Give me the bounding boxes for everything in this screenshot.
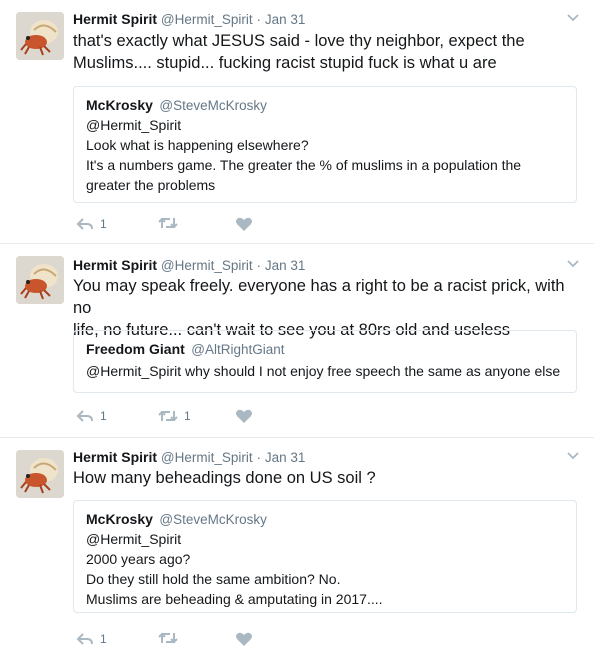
like-icon bbox=[236, 632, 252, 646]
reply-count: 1 bbox=[100, 409, 107, 423]
retweet-button[interactable] bbox=[158, 631, 184, 645]
quoted-author-name: McKrosky bbox=[86, 511, 153, 527]
avatar[interactable] bbox=[16, 450, 64, 498]
reply-icon bbox=[76, 218, 93, 230]
tweet-header: Hermit Spirit @Hermit_Spirit · Jan 31 bbox=[73, 257, 305, 273]
chevron-down-icon[interactable] bbox=[566, 13, 580, 23]
separator-dot: · bbox=[256, 12, 262, 27]
like-button[interactable] bbox=[235, 631, 253, 647]
quoted-author-name: Freedom Giant bbox=[86, 341, 185, 357]
quoted-header: McKrosky @SteveMcKrosky bbox=[86, 511, 565, 529]
quoted-tweet[interactable]: McKrosky @SteveMcKrosky @Hermit_Spirit L… bbox=[73, 86, 577, 203]
author-handle[interactable]: @Hermit_Spirit bbox=[161, 450, 253, 465]
tweet-text-line: that's exactly what JESUS said - love th… bbox=[73, 32, 525, 50]
retweet-button[interactable] bbox=[158, 216, 184, 230]
tweet-date[interactable]: Jan 31 bbox=[265, 12, 306, 27]
tweet-text-line: Muslims.... stupid... fucking racist stu… bbox=[73, 54, 497, 72]
author-name[interactable]: Hermit Spirit bbox=[73, 11, 157, 27]
chevron-down-icon[interactable] bbox=[566, 259, 580, 269]
like-button[interactable] bbox=[235, 216, 253, 232]
tweet-text: How many beheadings done on US soil ? bbox=[73, 467, 578, 489]
quoted-tweet[interactable]: Freedom Giant @AltRightGiant @Hermit_Spi… bbox=[73, 330, 577, 393]
chevron-down-icon[interactable] bbox=[566, 451, 580, 461]
quoted-text: @Hermit_Spirit 2000 years ago? Do they s… bbox=[86, 529, 565, 609]
avatar[interactable] bbox=[16, 12, 64, 60]
tweet-date[interactable]: Jan 31 bbox=[265, 258, 306, 273]
quoted-text-line: Look what is happening elsewhere? bbox=[86, 137, 309, 153]
tweet[interactable]: Hermit Spirit @Hermit_Spirit · Jan 31 Yo… bbox=[0, 244, 594, 438]
reply-button[interactable]: 1 bbox=[76, 631, 107, 647]
quoted-author-handle: @SteveMcKrosky bbox=[159, 512, 267, 527]
tweet-header: Hermit Spirit @Hermit_Spirit · Jan 31 bbox=[73, 11, 305, 27]
tweet-date[interactable]: Jan 31 bbox=[265, 450, 306, 465]
quoted-text: @Hermit_Spirit why should I not enjoy fr… bbox=[86, 361, 565, 381]
quoted-text-line: Muslims are beheading & amputating in 20… bbox=[86, 591, 383, 607]
author-name[interactable]: Hermit Spirit bbox=[73, 257, 157, 273]
quoted-text-line: 2000 years ago? bbox=[86, 551, 191, 567]
tweet-header: Hermit Spirit @Hermit_Spirit · Jan 31 bbox=[73, 449, 305, 465]
tweet-text-line: How many beheadings done on US soil ? bbox=[73, 469, 376, 487]
author-name[interactable]: Hermit Spirit bbox=[73, 449, 157, 465]
quoted-text-line: @Hermit_Spirit why should I not enjoy fr… bbox=[86, 363, 561, 379]
quoted-author-name: McKrosky bbox=[86, 97, 153, 113]
quoted-text: @Hermit_Spirit Look what is happening el… bbox=[86, 115, 565, 195]
retweet-count: 1 bbox=[184, 409, 191, 423]
tweet[interactable]: Hermit Spirit @Hermit_Spirit · Jan 31 th… bbox=[0, 0, 594, 244]
reply-button[interactable]: 1 bbox=[76, 408, 107, 424]
tweet-text-line: You may speak freely. everyone has a rig… bbox=[73, 277, 565, 317]
retweet-icon bbox=[158, 632, 178, 644]
like-button[interactable] bbox=[235, 408, 253, 424]
separator-dot: · bbox=[256, 450, 262, 465]
quoted-author-handle: @SteveMcKrosky bbox=[159, 98, 267, 113]
quoted-header: McKrosky @SteveMcKrosky bbox=[86, 97, 565, 115]
retweet-icon bbox=[158, 217, 178, 229]
quoted-text-line: Do they still hold the same ambition? No… bbox=[86, 571, 341, 587]
reply-count: 1 bbox=[100, 217, 107, 231]
retweet-button[interactable]: 1 bbox=[158, 408, 191, 424]
quoted-text-line: greater the problems bbox=[86, 177, 216, 193]
tweet[interactable]: Hermit Spirit @Hermit_Spirit · Jan 31 Ho… bbox=[0, 438, 594, 653]
reply-icon bbox=[76, 633, 93, 645]
quoted-text-line: It's a numbers game. The greater the % o… bbox=[86, 157, 522, 173]
quoted-tweet[interactable]: McKrosky @SteveMcKrosky @Hermit_Spirit 2… bbox=[73, 500, 577, 613]
reply-count: 1 bbox=[100, 632, 107, 646]
quoted-author-handle: @AltRightGiant bbox=[191, 342, 285, 357]
reply-icon bbox=[76, 410, 93, 422]
quoted-text-line: @Hermit_Spirit bbox=[86, 531, 182, 547]
quoted-header: Freedom Giant @AltRightGiant bbox=[86, 341, 565, 359]
separator-dot: · bbox=[256, 258, 262, 273]
like-icon bbox=[236, 409, 252, 423]
author-handle[interactable]: @Hermit_Spirit bbox=[161, 258, 253, 273]
reply-button[interactable]: 1 bbox=[76, 216, 107, 232]
avatar[interactable] bbox=[16, 256, 64, 304]
quoted-text-line: @Hermit_Spirit bbox=[86, 117, 182, 133]
tweet-text: that's exactly what JESUS said - love th… bbox=[73, 30, 578, 74]
like-icon bbox=[236, 217, 252, 231]
author-handle[interactable]: @Hermit_Spirit bbox=[161, 12, 253, 27]
retweet-icon bbox=[158, 410, 178, 422]
